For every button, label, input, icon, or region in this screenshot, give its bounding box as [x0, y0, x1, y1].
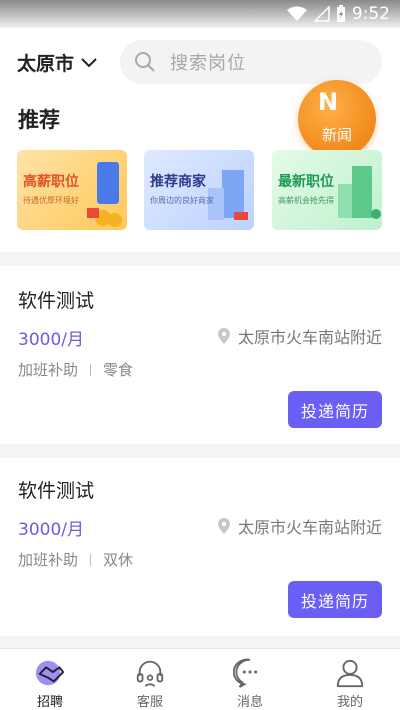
section-divider: [0, 444, 400, 458]
job-card[interactable]: 软件测试 3000/月 太原市火车南站附近 加班补助 零食 投递简历: [0, 266, 400, 444]
tag: 加班补助: [18, 551, 79, 569]
banner-recommended-merchants[interactable]: 推荐商家 你周边的良好商家: [144, 150, 254, 230]
location-pin-icon: [217, 328, 230, 344]
section-divider: [0, 252, 400, 266]
tab-profile[interactable]: 我的: [300, 649, 400, 710]
chevron-down-icon: [81, 57, 97, 67]
signal-icon: [313, 6, 330, 22]
tab-customer-service[interactable]: 客服: [100, 649, 200, 710]
location-pin-icon: [217, 518, 230, 534]
news-label: 新闻: [321, 126, 352, 144]
wifi-icon: [286, 6, 307, 21]
job-card[interactable]: 软件测试 3000/月 太原市火车南站附近 加班补助 双休 投递简历: [0, 458, 400, 636]
tab-messages[interactable]: 消息: [200, 649, 300, 710]
tab-label: 客服: [136, 695, 163, 710]
news-button[interactable]: N 新闻: [298, 80, 376, 158]
location-text: 太原市火车南站附近: [237, 518, 382, 537]
top-row: 太原市 搜索岗位: [0, 40, 400, 84]
submit-resume-button[interactable]: 投递简历: [288, 581, 382, 618]
search-icon: [135, 52, 155, 72]
job-tags: 加班补助 零食: [18, 359, 133, 380]
bottom-tab-bar: 招聘 客服 消息 我的: [0, 648, 400, 710]
submit-resume-button[interactable]: 投递简历: [288, 391, 382, 428]
tab-label: 消息: [236, 695, 263, 710]
job-title: 软件测试: [18, 290, 95, 312]
banner-high-salary[interactable]: 高薪职位 待遇优厚环境好: [17, 150, 127, 230]
news-letter: N: [318, 88, 339, 116]
section-divider: [0, 636, 400, 648]
tag: 加班补助: [18, 361, 79, 379]
battery-icon: [336, 5, 345, 22]
user-icon: [336, 659, 364, 688]
job-location: 太原市火车南站附近: [217, 324, 382, 348]
job-title: 软件测试: [18, 480, 95, 502]
job-location: 太原市火车南站附近: [217, 514, 382, 538]
status-icons: 9:52: [286, 4, 390, 24]
banner-title: 高薪职位: [23, 174, 79, 190]
headset-icon: [136, 660, 164, 687]
banner-title: 推荐商家: [150, 174, 206, 190]
tab-label: 我的: [336, 695, 363, 710]
tag: 零食: [103, 361, 134, 379]
banner-title: 最新职位: [278, 174, 334, 190]
search-placeholder: 搜索岗位: [170, 53, 246, 74]
search-input[interactable]: 搜索岗位: [120, 40, 382, 84]
status-bar: 9:52: [0, 0, 400, 28]
tag-divider: [90, 553, 92, 566]
tab-label: 招聘: [36, 695, 63, 710]
job-salary: 3000/月: [18, 520, 84, 540]
banner-subtitle: 高薪机会抢先得: [278, 196, 334, 205]
city-label: 太原市: [17, 53, 75, 75]
banner-subtitle: 你周边的良好商家: [150, 196, 214, 205]
section-title: 推荐: [18, 108, 60, 132]
tag: 双休: [103, 551, 134, 569]
status-time: 9:52: [351, 4, 390, 24]
banner-subtitle: 待遇优厚环境好: [23, 196, 79, 205]
city-selector[interactable]: 太原市: [17, 49, 98, 76]
job-tags: 加班补助 双休: [18, 549, 133, 570]
job-salary: 3000/月: [18, 330, 84, 350]
tag-divider: [90, 363, 92, 376]
banner-latest-jobs[interactable]: 最新职位 高薪机会抢先得: [272, 150, 382, 230]
handshake-icon: [35, 660, 65, 686]
tab-recruit[interactable]: 招聘: [0, 649, 100, 710]
chat-bubble-icon: [233, 658, 258, 688]
location-text: 太原市火车南站附近: [237, 328, 382, 347]
